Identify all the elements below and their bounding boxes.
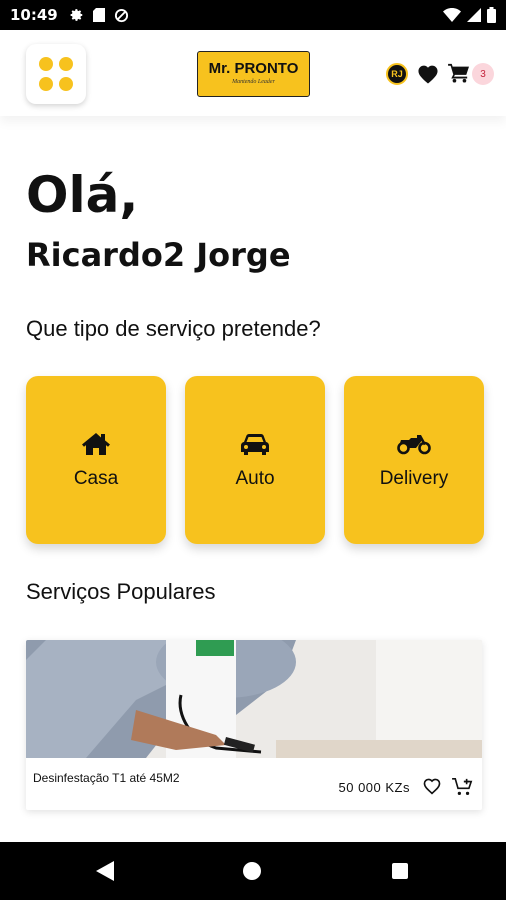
wifi-icon (443, 8, 461, 22)
home-icon (82, 433, 110, 455)
home-circle-icon[interactable] (243, 862, 261, 880)
popular-service-info: Desinfestação T1 até 45M2 50 000 KZs (26, 758, 482, 810)
recent-apps-icon[interactable] (392, 863, 408, 879)
app-header: Mr. PRONTO Mantendo Leader RJ 3 (0, 30, 506, 116)
service-categories: Casa Auto Delivery (26, 376, 484, 544)
brand-logo[interactable]: Mr. PRONTO Mantendo Leader (197, 51, 310, 97)
service-label: Casa (73, 468, 119, 489)
service-label: Delivery (379, 468, 449, 489)
heart-icon (418, 65, 438, 84)
signal-icon (467, 8, 481, 22)
back-icon[interactable] (96, 861, 114, 881)
user-name: Ricardo2 Jorge (26, 236, 291, 274)
add-to-cart-button[interactable] (452, 777, 474, 797)
system-navigation-bar (0, 842, 506, 900)
favorites-button[interactable] (417, 64, 439, 84)
grid-dots-icon (39, 57, 73, 91)
service-card-auto[interactable]: Auto (185, 376, 325, 544)
cart-icon (448, 63, 469, 83)
avatar[interactable]: RJ (386, 63, 408, 85)
service-card-delivery[interactable]: Delivery (344, 376, 484, 544)
logo-text: Mr. PRONTO (208, 60, 299, 77)
menu-button[interactable] (26, 44, 86, 104)
popular-service-card[interactable]: Desinfestação T1 até 45M2 50 000 KZs (26, 640, 482, 810)
add-to-cart-icon (452, 778, 473, 795)
popular-service-name: Desinfestação T1 até 45M2 (33, 771, 180, 785)
service-card-casa[interactable]: Casa (26, 376, 166, 544)
service-question: Que tipo de serviço pretende? (26, 316, 321, 341)
greeting-title: Olá, (26, 166, 139, 224)
motorcycle-icon (397, 435, 431, 455)
popular-service-price: 50 000 KZs (338, 780, 410, 795)
battery-icon (487, 7, 496, 23)
cart-button[interactable]: 3 (448, 63, 494, 85)
heart-outline-icon (423, 778, 441, 795)
sim-card-icon (92, 8, 105, 22)
status-bar: 10:49 (0, 0, 506, 30)
add-favorite-button[interactable] (422, 777, 442, 795)
popular-section-title: Serviços Populares (26, 579, 216, 604)
disinfection-spraying-photo (26, 640, 482, 758)
data-saver-icon (114, 8, 128, 22)
gear-icon (70, 9, 82, 21)
car-icon (241, 434, 269, 455)
cart-count-badge: 3 (472, 63, 494, 85)
service-label: Auto (235, 468, 275, 489)
logo-tagline: Mantendo Leader (232, 79, 275, 85)
status-time: 10:49 (10, 6, 58, 24)
